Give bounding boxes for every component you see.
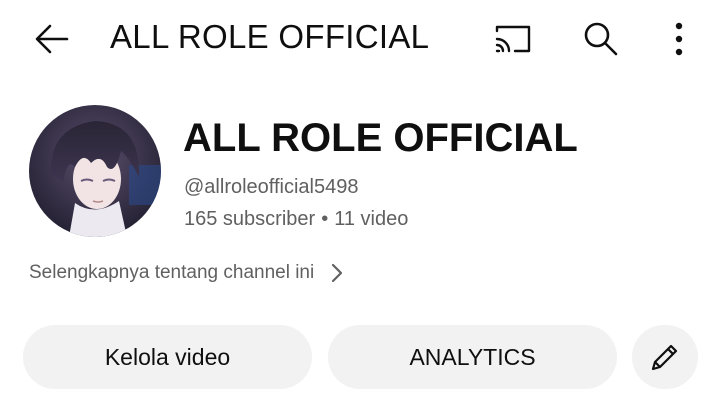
channel-name: ALL ROLE OFFICIAL: [183, 116, 578, 160]
chevron-right-icon: [330, 262, 344, 284]
more-about-channel-link[interactable]: Selengkapnya tentang channel ini: [29, 262, 344, 284]
stats-separator: •: [321, 208, 329, 230]
manage-videos-button[interactable]: Kelola video: [23, 325, 312, 389]
channel-avatar[interactable]: [29, 105, 161, 237]
topbar-title: ALL ROLE OFFICIAL: [110, 18, 430, 55]
analytics-label: ANALYTICS: [409, 343, 536, 370]
analytics-button[interactable]: ANALYTICS: [328, 325, 617, 389]
subscriber-count: 165 subscriber: [184, 208, 316, 230]
more-options-button[interactable]: [655, 15, 703, 63]
cast-button[interactable]: [489, 15, 537, 63]
pencil-icon: [648, 340, 682, 374]
search-icon: [582, 20, 620, 58]
cast-icon: [493, 23, 533, 55]
more-vert-icon: [674, 22, 684, 56]
search-button[interactable]: [577, 15, 625, 63]
edit-channel-button[interactable]: [632, 325, 698, 389]
more-about-label: Selengkapnya tentang channel ini: [29, 262, 315, 283]
channel-handle: @allroleofficial5498: [184, 176, 359, 198]
arrow-left-icon: [34, 21, 70, 57]
video-count: 11 video: [334, 208, 409, 230]
back-button[interactable]: [28, 15, 76, 63]
manage-videos-label: Kelola video: [104, 343, 231, 370]
channel-stats: 165 subscriber • 11 video: [184, 208, 408, 231]
top-app-bar: ALL ROLE OFFICIAL: [0, 0, 720, 82]
